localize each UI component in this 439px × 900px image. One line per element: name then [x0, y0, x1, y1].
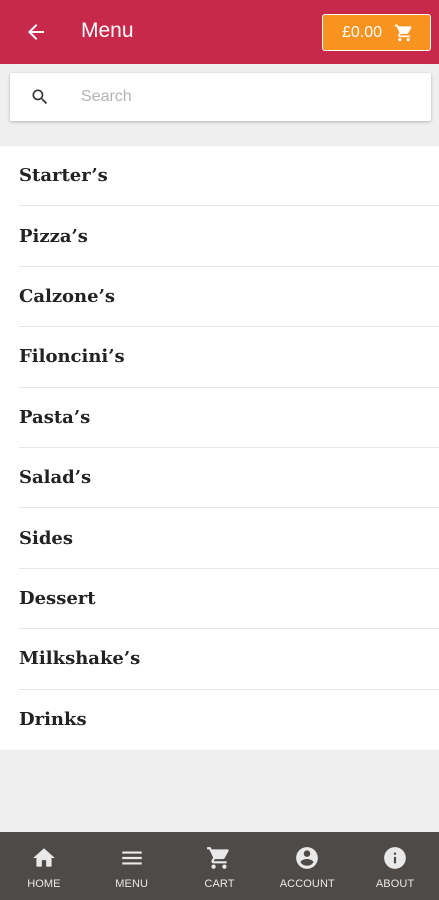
menu-category-label: Pasta’s	[19, 406, 91, 428]
menu-category-item[interactable]: Drinks	[19, 690, 439, 750]
menu-category-item[interactable]: Starter’s	[19, 146, 439, 207]
nav-account[interactable]: ACCOUNT	[263, 832, 351, 900]
shopping-cart-icon	[206, 845, 232, 871]
nav-about-label: ABOUT	[375, 878, 415, 890]
menu-category-item[interactable]: Filoncini’s	[19, 327, 439, 388]
bottom-navigation: HOME MENU CART ACCOUNT ABOUT	[0, 832, 439, 900]
nav-cart[interactable]: CART	[176, 832, 264, 900]
nav-home[interactable]: HOME	[0, 832, 88, 900]
menu-category-item[interactable]: Sides	[19, 508, 439, 569]
menu-category-list: Starter’s Pizza’s Calzone’s Filoncini’s …	[0, 146, 439, 750]
menu-category-label: Drinks	[19, 709, 87, 731]
menu-category-item[interactable]: Dessert	[19, 569, 439, 630]
nav-about[interactable]: ABOUT	[351, 832, 439, 900]
search-bar	[10, 73, 431, 121]
menu-category-item[interactable]: Salad’s	[19, 448, 439, 509]
cart-amount: £0.00	[342, 23, 383, 41]
back-button[interactable]	[20, 16, 52, 48]
app-root: Menu £0.00 Starter’s Pizza’s Calzone’s F…	[0, 0, 439, 900]
nav-home-label: HOME	[27, 878, 61, 890]
home-icon	[31, 845, 57, 871]
shopping-cart-icon	[394, 23, 414, 43]
menu-category-item[interactable]: Milkshake’s	[19, 629, 439, 690]
menu-icon	[119, 845, 145, 871]
search-icon	[30, 87, 50, 107]
nav-account-label: ACCOUNT	[279, 878, 335, 890]
menu-category-label: Pizza’s	[19, 225, 88, 247]
info-icon	[382, 845, 408, 871]
nav-menu[interactable]: MENU	[88, 832, 176, 900]
menu-category-label: Sides	[19, 527, 74, 549]
nav-cart-label: CART	[204, 878, 235, 890]
page-title: Menu	[81, 19, 134, 42]
search-area	[0, 64, 439, 132]
cart-total-button[interactable]: £0.00	[322, 14, 431, 51]
nav-menu-label: MENU	[115, 878, 149, 890]
search-input[interactable]	[70, 81, 410, 113]
menu-category-label: Salad’s	[19, 467, 92, 489]
menu-category-label: Dessert	[19, 587, 96, 609]
menu-category-label: Calzone’s	[19, 285, 115, 307]
account-icon	[294, 845, 320, 871]
menu-category-item[interactable]: Calzone’s	[19, 267, 439, 328]
menu-category-label: Milkshake’s	[19, 648, 141, 670]
app-header: Menu £0.00	[0, 0, 439, 64]
menu-category-item[interactable]: Pasta’s	[19, 388, 439, 448]
menu-category-label: Filoncini’s	[19, 346, 125, 368]
menu-category-item[interactable]: Pizza’s	[19, 206, 439, 267]
menu-category-label: Starter’s	[19, 165, 108, 187]
arrow-left-icon	[28, 24, 44, 40]
